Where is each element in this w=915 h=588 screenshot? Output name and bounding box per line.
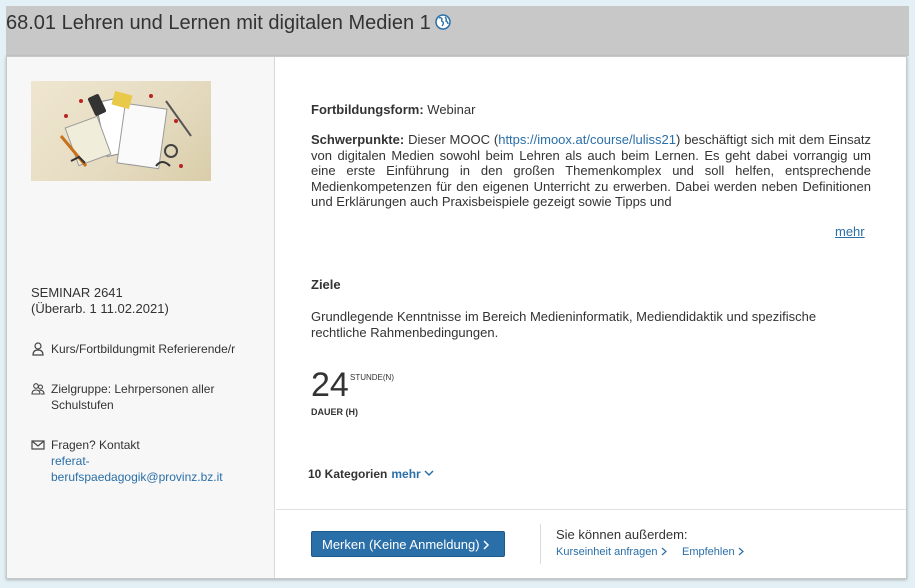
mooc-link[interactable]: https://imoox.at/course/luliss21	[498, 132, 676, 147]
focus-description: Schwerpunkte: Dieser MOOC (https://imoox…	[311, 132, 871, 212]
training-form-value: Webinar	[427, 102, 476, 117]
also-text: Sie können außerdem:	[556, 527, 688, 542]
contact-label: Fragen? Kontakt	[51, 438, 140, 452]
focus-text-before: Dieser MOOC (	[408, 132, 499, 147]
course-thumbnail	[31, 81, 211, 181]
contact-block: Fragen? Kontakt referat- berufspaedagogi…	[51, 437, 266, 485]
target-group-text: Zielgruppe: Lehrpersonen aller Schulstuf…	[51, 382, 215, 412]
footer-divider	[276, 509, 906, 510]
page-title: 68.01 Lehren und Lernen mit digitalen Me…	[6, 12, 451, 35]
person-icon	[32, 342, 44, 356]
bookmark-button[interactable]: Merken (Keine Anmeldung)	[311, 531, 505, 557]
goals-heading: Ziele	[311, 277, 341, 292]
recommend-link[interactable]: Empfehlen	[682, 546, 744, 558]
chevron-right-icon	[661, 547, 667, 556]
group-icon	[31, 383, 45, 395]
categories: 10 Kategorien mehr	[308, 467, 434, 481]
seminar-revision: (Überarb. 1 11.02.2021)	[31, 301, 169, 316]
course-details: Fortbildungsform: Webinar Schwerpunkte: …	[276, 57, 906, 578]
contact-email-line2: berufspaedagogik@provinz.bz.it	[51, 470, 223, 484]
recommend-label: Empfehlen	[682, 546, 735, 558]
request-course-label: Kurseinheit anfragen	[556, 546, 658, 558]
duration-label: DAUER (H)	[311, 407, 358, 417]
duration-unit: STUNDE(N)	[350, 373, 394, 382]
training-form: Fortbildungsform: Webinar	[311, 102, 475, 117]
seminar-number: SEMINAR 2641	[31, 285, 123, 300]
course-card: SEMINAR 2641 (Überarb. 1 11.02.2021) Kur…	[6, 56, 907, 579]
course-sidebar: SEMINAR 2641 (Überarb. 1 11.02.2021) Kur…	[7, 57, 275, 578]
course-type-text: Kurs/Fortbildungmit Referierende/r	[51, 342, 236, 356]
bookmark-button-label: Merken (Keine Anmeldung)	[322, 536, 480, 552]
chevron-right-icon	[738, 547, 744, 556]
goals-text: Grundlegende Kenntnisse im Bereich Medie…	[311, 309, 817, 340]
chevron-down-icon	[424, 470, 434, 477]
seminar-info: SEMINAR 2641 (Überarb. 1 11.02.2021)	[31, 285, 169, 317]
duration-value: 24	[311, 366, 349, 404]
contact-email-link[interactable]: referat- berufspaedagogik@provinz.bz.it	[51, 453, 266, 485]
course-title: 68.01 Lehren und Lernen mit digitalen Me…	[6, 12, 431, 34]
envelope-icon	[31, 440, 45, 450]
globe-icon[interactable]	[435, 14, 451, 30]
categories-label: 10 Kategorien	[308, 467, 388, 481]
request-course-link[interactable]: Kurseinheit anfragen	[556, 546, 667, 558]
footer-separator	[540, 524, 541, 564]
chevron-right-icon	[483, 539, 490, 550]
categories-more-label: mehr	[391, 467, 421, 481]
more-link[interactable]: mehr	[835, 224, 865, 239]
training-form-label: Fortbildungsform:	[311, 102, 424, 117]
categories-more-button[interactable]: mehr	[391, 467, 434, 481]
focus-label: Schwerpunkte:	[311, 132, 405, 147]
contact-email-line1: referat-	[51, 454, 90, 468]
title-bar: 68.01 Lehren und Lernen mit digitalen Me…	[6, 6, 909, 56]
